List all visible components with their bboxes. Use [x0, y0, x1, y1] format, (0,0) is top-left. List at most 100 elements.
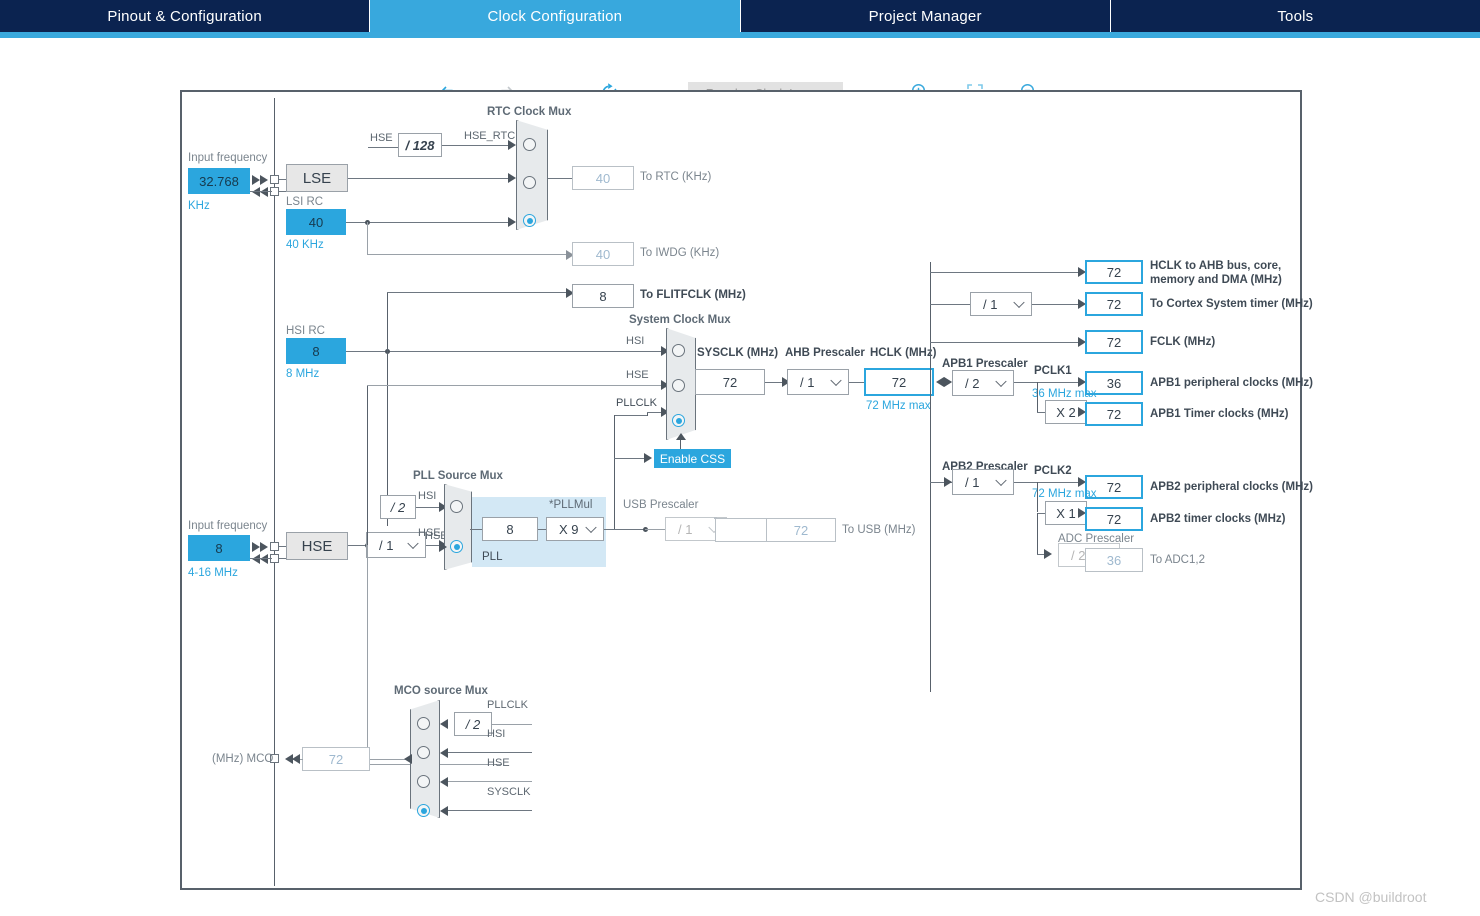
hclk-ahb-value: 72	[1085, 260, 1143, 284]
mco-source-mux-title: MCO source Mux	[394, 685, 488, 697]
chip-boundary-rail	[274, 98, 275, 886]
rtc-mux-option-hse-rtc[interactable]	[523, 138, 536, 151]
adc-label: To ADC1,2	[1150, 554, 1205, 566]
lse-out-arrow-2	[260, 187, 268, 197]
mco-sysclk-wire	[448, 810, 532, 811]
sysclk-mux-option-hsi[interactable]	[672, 344, 685, 357]
apb2-prescaler-select[interactable]: / 1	[952, 469, 1014, 495]
apb1-prescaler-label: APB1 Prescaler	[942, 358, 1028, 370]
pllclk-css-arrow	[644, 453, 652, 463]
hsi-unit-label: 8 MHz	[286, 368, 320, 380]
tab-label: Clock Configuration	[487, 7, 623, 25]
tab-clock-configuration[interactable]: Clock Configuration	[370, 0, 741, 32]
hse-unit-label: 4-16 MHz	[188, 567, 238, 579]
adc-prescaler-value: / 2	[1071, 547, 1086, 563]
lse-source-box[interactable]: LSE	[286, 164, 348, 192]
lse-unit-label: KHz	[188, 200, 210, 212]
pllclk-css-hwire	[614, 458, 646, 459]
hse-out-arrow-2	[260, 554, 268, 564]
rtc-mux-option-lse[interactable]	[523, 176, 536, 189]
mco-hse-wire	[448, 781, 532, 782]
hse-up-branch-vwire	[367, 385, 368, 545]
apb1-timer-vwire	[1037, 382, 1038, 412]
apb1-prescaler-select[interactable]: / 2	[952, 370, 1014, 396]
mco-hsi-arrow	[440, 748, 448, 758]
lse-pin-in	[270, 175, 279, 184]
tab-label: Project Manager	[868, 7, 982, 25]
cortex-post-wire	[1032, 304, 1082, 305]
main-tabbar: Pinout & Configuration Clock Configurati…	[0, 0, 1480, 32]
watermark: CSDN @buildroot	[1315, 889, 1427, 905]
tab-project-manager[interactable]: Project Manager	[741, 0, 1111, 32]
apb1-in-arrow	[944, 377, 952, 387]
mco-out-label: (MHz) MCO	[212, 753, 274, 765]
hse-source-box[interactable]: HSE	[286, 532, 348, 560]
hse-divider-select[interactable]: / 1	[366, 532, 426, 558]
to-usb-label: To USB (MHz)	[842, 524, 916, 536]
hse-divider-value: / 1	[379, 537, 394, 553]
apb2-in-arrow	[944, 477, 952, 487]
tab-tools[interactable]: Tools	[1111, 0, 1480, 32]
sysclk-mux-option-hse[interactable]	[672, 379, 685, 392]
lsi-title: LSI RC	[286, 196, 324, 208]
mco-option-pllclk[interactable]	[417, 717, 430, 730]
hclk-bus-left-arrow	[936, 377, 944, 387]
ahb-prescaler-select[interactable]: / 1	[787, 369, 849, 395]
hse-rtc-out-arrow	[508, 140, 516, 150]
pll-source-option-hsi[interactable]	[450, 500, 463, 513]
to-iwdg-value: 40	[572, 242, 634, 266]
hse-input-frequency-label: Input frequency	[188, 520, 268, 532]
lse-out-arrow-1	[252, 187, 260, 197]
cortex-timer-label: To Cortex System timer (MHz)	[1150, 298, 1313, 310]
chevron-down-icon	[585, 521, 597, 534]
chevron-down-icon	[1013, 296, 1025, 309]
fclk-label: FCLK (MHz)	[1150, 336, 1216, 348]
mco-out-arrow	[404, 754, 412, 764]
apb2-timer-value: 72	[1085, 507, 1143, 531]
lsi-to-iwdg-hwire	[367, 254, 569, 255]
cortex-timer-prescaler-select[interactable]: / 1	[970, 292, 1032, 316]
to-flitfclk-label: To FLITFCLK (MHz)	[640, 289, 746, 301]
system-clock-mux-title: System Clock Mux	[629, 314, 731, 326]
apb1-periph-label: APB1 peripheral clocks (MHz)	[1150, 377, 1313, 389]
pll-block-label: PLL	[482, 551, 503, 563]
lsi-value-field[interactable]: 40	[286, 209, 346, 235]
apb1-prescaler-value: / 2	[965, 375, 980, 391]
mco-sysclk-arrow	[440, 806, 448, 816]
sysclk-mux-option-pllclk[interactable]	[672, 414, 685, 427]
pll-input-to-mul-wire	[538, 529, 546, 530]
usb-prescaler-value: / 1	[678, 521, 693, 537]
hclk-ahb-label: HCLK to AHB bus, core,	[1150, 260, 1282, 272]
pllmul-label: *PLLMul	[549, 499, 593, 511]
apb2-periph-label: APB2 peripheral clocks (MHz)	[1150, 481, 1313, 493]
rtc-clock-mux-title: RTC Clock Mux	[487, 106, 572, 118]
lse-input-frequency-field[interactable]: 32.768	[188, 168, 250, 194]
enable-css-button[interactable]: Enable CSS	[654, 449, 731, 468]
cortex-pre-wire	[930, 304, 972, 305]
pll-source-mux[interactable]	[444, 484, 472, 570]
sysclk-mux-label-hse: HSE	[626, 369, 649, 381]
mco-option-hse[interactable]	[417, 775, 430, 788]
mco-option-sysclk[interactable]	[417, 804, 430, 817]
tab-pinout-configuration[interactable]: Pinout & Configuration	[0, 0, 371, 32]
hsi-to-flitf-vwire	[387, 292, 388, 352]
pll-hsi-div2-box: / 2	[380, 495, 416, 519]
pllclk-up-hwire	[614, 415, 648, 416]
apb1-timer-label: APB1 Timer clocks (MHz)	[1150, 408, 1289, 420]
hse-input-frequency-field[interactable]: 8	[188, 535, 250, 561]
fclk-wire	[930, 342, 1082, 343]
mco-option-hsi[interactable]	[417, 746, 430, 759]
to-rtc-label: To RTC (KHz)	[640, 171, 712, 183]
pll-source-option-hse[interactable]	[450, 540, 463, 553]
pllclk-css-vwire	[614, 415, 615, 459]
clock-toolbar: Resolve Clock Issues	[0, 38, 1480, 106]
hclk-ahb-label2: memory and DMA (MHz)	[1150, 274, 1282, 286]
hsi-title: HSI RC	[286, 325, 325, 337]
hclk-value[interactable]: 72	[864, 368, 934, 396]
pclk2-label: PCLK2	[1034, 465, 1072, 477]
to-flitfclk-value: 8	[572, 284, 634, 308]
sysclk-mux-label-pllclk: PLLCLK	[616, 397, 657, 409]
pllmul-select[interactable]: X 9	[546, 517, 604, 541]
rtc-mux-option-lsi[interactable]	[523, 214, 536, 227]
hsi-value-field[interactable]: 8	[286, 338, 346, 364]
